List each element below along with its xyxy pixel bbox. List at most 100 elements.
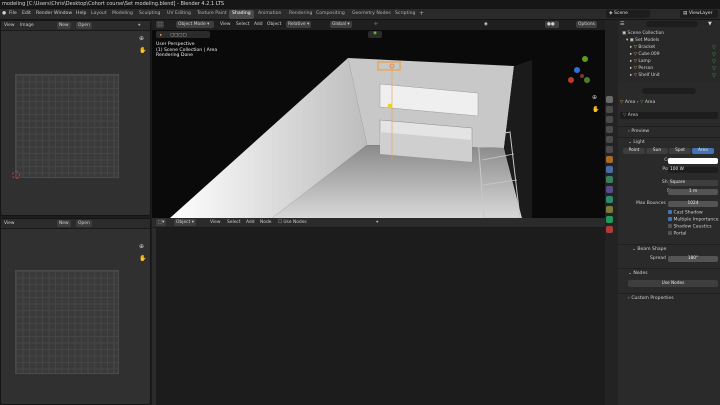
editor-type-icon[interactable]: ⬚ (156, 21, 165, 28)
zoom-icon[interactable]: ⊕ (139, 35, 144, 42)
outliner-item[interactable]: ▸ ▽ Cube.009 ▽ (618, 51, 720, 58)
tab-rendering[interactable]: Rendering (286, 10, 315, 19)
outliner-search-input[interactable] (646, 21, 698, 27)
new-image-bottom-button[interactable]: New (57, 220, 71, 227)
scene-selector[interactable]: ◈ Scene (606, 10, 650, 18)
tab-animation[interactable]: Animation (255, 10, 284, 19)
object-name-field[interactable]: ▽ Area (620, 112, 718, 119)
outliner-root[interactable]: ▣ Scene Collection (618, 30, 720, 37)
add-workspace-icon[interactable]: + (419, 10, 424, 17)
image-grid[interactable] (15, 74, 119, 178)
menu-window[interactable]: Window (54, 11, 72, 16)
snap-icon[interactable]: ⊹ (372, 21, 380, 28)
zoom-bottom-icon[interactable]: ⊕ (139, 243, 144, 250)
light-data-tab-icon[interactable] (606, 216, 613, 223)
power-field[interactable]: 100 W (668, 167, 718, 173)
checkbox-icon[interactable] (668, 224, 672, 228)
pin-icon[interactable]: ⌖ (136, 22, 142, 29)
outliner-item[interactable]: ▸ ▽ Person ▽ (618, 65, 720, 72)
menu-help[interactable]: Help (76, 11, 86, 16)
view-menu[interactable]: View (2, 22, 16, 29)
shadow-caustics-checkbox[interactable]: Shadow Caustics (668, 224, 712, 230)
outliner-item[interactable]: ▸ ▽ Shelf Unit ▽ (618, 72, 720, 79)
section-beam-shape[interactable]: ⌄ Beam Shape (618, 244, 720, 253)
spread-field[interactable]: 180° (668, 256, 718, 262)
light-type-sun[interactable]: Sun (646, 148, 668, 154)
tab-modeling[interactable]: Modeling (109, 10, 136, 19)
view-layer-selector[interactable]: ▤ ViewLayer (680, 10, 718, 18)
tab-texture-paint[interactable]: Texture Paint (194, 10, 230, 19)
data-tab-icon[interactable] (606, 196, 613, 203)
checkbox-icon[interactable] (668, 210, 672, 214)
section-nodes[interactable]: ⌄ Nodes (618, 268, 720, 277)
tab-layout[interactable]: Layout (88, 10, 110, 19)
tab-sculpting[interactable]: Sculpting (136, 10, 163, 19)
use-nodes-checkbox[interactable]: ☐ Use Nodes (276, 219, 309, 226)
use-nodes-button[interactable]: Use Nodes (628, 280, 718, 287)
open-image-bottom-button[interactable]: Open (76, 220, 92, 227)
node-editor[interactable]: ⬚▾ Object ▾ View Select Add Node ☐ Use N… (152, 218, 605, 405)
outliner-type-icon[interactable]: ☰ (620, 21, 624, 27)
viewport-menu-view[interactable]: View (218, 21, 232, 28)
hand-pan-icon[interactable]: ✋ (139, 47, 146, 54)
shading-mode-icon[interactable]: ●● (545, 21, 559, 28)
node-menu-view[interactable]: View (208, 219, 222, 226)
outliner-item[interactable]: ▸ ▽ Lamp ▽ (618, 58, 720, 65)
hand-pan-bottom-icon[interactable]: ✋ (139, 255, 146, 262)
tab-compositing[interactable]: Compositing (313, 10, 348, 19)
tool-tab-icon[interactable] (606, 96, 613, 103)
menu-render[interactable]: Render (36, 11, 52, 16)
node-editor-type-icon[interactable]: ⬚▾ (156, 219, 167, 226)
section-light[interactable]: ⌄ Light (618, 137, 720, 146)
viewport-menu-object[interactable]: Object (265, 21, 283, 28)
tab-scripting[interactable]: Scripting (392, 10, 418, 19)
tab-geometry-nodes[interactable]: Geometry Nodes (349, 10, 394, 19)
multiple-importance-checkbox[interactable]: Multiple Importance (668, 217, 719, 223)
portal-checkbox[interactable]: Portal (668, 231, 686, 237)
object-tab-icon[interactable] (606, 156, 613, 163)
light-type-area[interactable]: Area (692, 148, 714, 154)
tool-icon[interactable]: ▸ (158, 32, 164, 39)
viewport-menu-select[interactable]: Select (234, 21, 252, 28)
viewport-zoom-icon[interactable]: ⊕ (592, 94, 597, 101)
new-image-button[interactable]: New (57, 22, 71, 29)
output-tab-icon[interactable] (606, 116, 613, 123)
world-tab-icon[interactable] (606, 146, 613, 153)
image-menu[interactable]: Image (18, 22, 36, 29)
render-tab-icon[interactable] (606, 106, 613, 113)
scene-tab-icon[interactable] (606, 136, 613, 143)
tab-shading[interactable]: Shading (229, 10, 254, 19)
size-field[interactable]: 1 m (668, 189, 718, 195)
properties-search-input[interactable] (642, 88, 696, 94)
tab-uv-editing[interactable]: UV Editing (164, 10, 194, 19)
visibility-icon[interactable]: ◉ (482, 21, 490, 28)
render-icon[interactable]: ◉ (368, 31, 382, 38)
texture-tab-icon[interactable] (606, 226, 613, 233)
light-gizmo[interactable] (387, 103, 393, 109)
light-type-point[interactable]: Point (623, 148, 645, 154)
blender-logo-icon[interactable]: ● (2, 11, 6, 16)
node-pin-icon[interactable]: ⌖ (374, 219, 380, 226)
light-type-spot[interactable]: Spot (669, 148, 691, 154)
menu-edit[interactable]: Edit (22, 11, 31, 16)
node-menu-node[interactable]: Node (258, 219, 273, 226)
viewport-menu-add[interactable]: Add (252, 21, 265, 28)
checkbox-icon[interactable] (668, 231, 672, 235)
outliner-item[interactable]: ▸ ▽ Bracket ▽ (618, 44, 720, 51)
node-menu-select[interactable]: Select (225, 219, 243, 226)
outliner-collection[interactable]: ▾ ▣ Set Models (618, 37, 720, 44)
physics-tab-icon[interactable] (606, 176, 613, 183)
select-mode-icons[interactable]: ▢▢▢▢ (168, 32, 189, 39)
section-custom-properties[interactable]: › Custom Properties (618, 293, 720, 302)
filter-icon[interactable]: ▼ (708, 21, 712, 27)
view-menu-bottom[interactable]: View (2, 220, 16, 227)
image-grid-bottom[interactable] (15, 270, 119, 374)
node-type-selector[interactable]: Object ▾ (174, 219, 196, 226)
modifier-tab-icon[interactable] (606, 166, 613, 173)
constraints-tab-icon[interactable] (606, 186, 613, 193)
max-bounces-field[interactable]: 1024 (668, 201, 718, 207)
gizmo-selector[interactable]: Relative ▾ (286, 21, 312, 28)
color-swatch[interactable] (668, 158, 718, 164)
3d-viewport[interactable]: ⬚ Object Mode ▾ View Select Add Object R… (152, 20, 605, 218)
cast-shadow-checkbox[interactable]: Cast Shadow (668, 210, 703, 216)
